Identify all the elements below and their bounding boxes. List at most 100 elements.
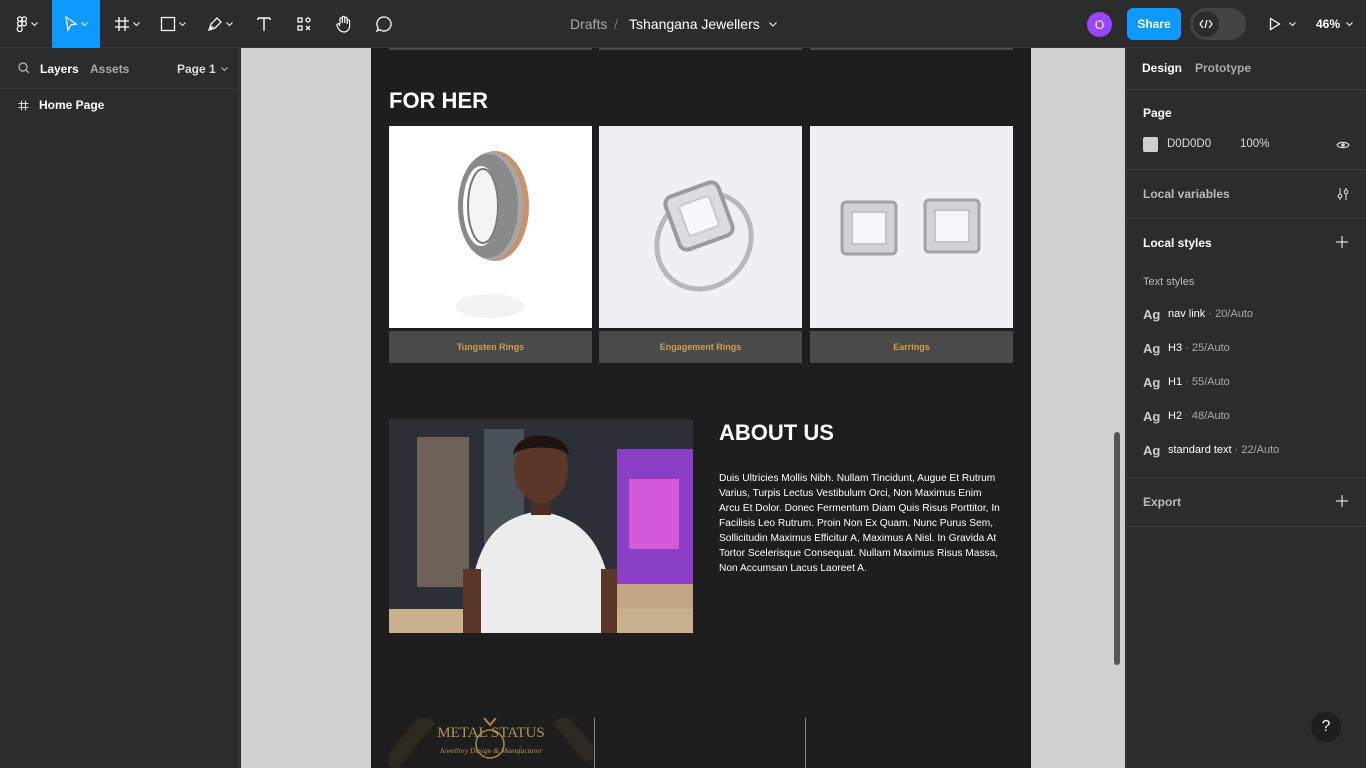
page-color-swatch[interactable] xyxy=(1143,137,1158,152)
help-button[interactable]: ? xyxy=(1311,712,1341,742)
move-tool-button[interactable] xyxy=(52,0,100,48)
tab-assets[interactable]: Assets xyxy=(90,62,129,76)
local-styles-heading: Local styles xyxy=(1143,236,1212,250)
figma-logo-icon xyxy=(16,16,28,32)
eye-icon[interactable] xyxy=(1336,140,1350,150)
resources-button[interactable] xyxy=(290,0,318,48)
layer-item-home-page[interactable]: Home Page xyxy=(0,94,240,116)
cursor-icon xyxy=(65,16,78,32)
text-styles-heading: Text styles xyxy=(1143,276,1195,288)
canvas-scrollbar[interactable] xyxy=(1114,432,1120,665)
search-icon[interactable] xyxy=(18,62,30,74)
footer-divider xyxy=(805,718,806,768)
chevron-down-icon xyxy=(179,21,186,26)
tungsten-ring-image[interactable] xyxy=(389,126,592,328)
chevron-down-icon xyxy=(31,21,38,26)
local-variables-heading[interactable]: Local variables xyxy=(1143,187,1230,201)
tab-prototype[interactable]: Prototype xyxy=(1195,61,1251,75)
home-page-frame[interactable]: FOR HER Tungsten Rings Engagement Rings xyxy=(371,48,1031,768)
comment-tool-button[interactable] xyxy=(370,0,398,48)
text-style-name: H2 xyxy=(1168,410,1183,422)
export-section: Export xyxy=(1127,478,1366,527)
share-button[interactable]: Share xyxy=(1127,8,1181,40)
code-icon xyxy=(1199,19,1213,29)
tab-layers[interactable]: Layers xyxy=(40,62,79,76)
footer-logo[interactable]: METAL STATUS Jewellery Design & Manufact… xyxy=(389,718,593,768)
text-style-icon: Ag xyxy=(1143,374,1161,390)
avatar[interactable]: O xyxy=(1087,12,1112,37)
footer-divider xyxy=(594,718,595,768)
page-opacity[interactable]: 100% xyxy=(1240,138,1269,150)
product-label[interactable]: Earrings xyxy=(810,331,1013,363)
product-label[interactable]: Engagement Rings xyxy=(599,331,802,363)
rectangle-icon xyxy=(160,16,176,32)
earrings-image[interactable] xyxy=(810,126,1013,328)
zoom-level: 46% xyxy=(1316,17,1341,31)
top-toolbar: Drafts / Tshangana Jewellers O Share 46% xyxy=(0,0,1366,48)
export-heading[interactable]: Export xyxy=(1143,495,1181,509)
comment-icon xyxy=(375,16,392,33)
chevron-down-icon xyxy=(226,21,233,26)
text-style-meta: · 48/Auto xyxy=(1182,410,1230,422)
local-variables-section: Local variables xyxy=(1127,170,1366,219)
text-style-meta: · 22/Auto xyxy=(1231,444,1280,456)
tab-design[interactable]: Design xyxy=(1142,61,1182,75)
page-selector-label: Page 1 xyxy=(177,62,216,76)
about-us-photo[interactable] xyxy=(389,419,693,633)
breadcrumb-folder[interactable]: Drafts xyxy=(570,0,607,48)
chevron-down-icon xyxy=(133,21,140,26)
logo-tagline: Jewellery Design & Manufacturer xyxy=(439,746,543,755)
previous-row-edge xyxy=(810,48,1013,50)
local-styles-section: Local styles Text styles Ag nav link · 2… xyxy=(1127,219,1366,478)
text-style-meta: · 25/Auto xyxy=(1182,342,1230,354)
engagement-ring-image[interactable] xyxy=(599,126,802,328)
text-style-h1[interactable]: Ag H1 · 55/Auto xyxy=(1143,372,1230,392)
product-label[interactable]: Tungsten Rings xyxy=(389,331,592,363)
left-panel: Layers Assets Page 1 Home Page xyxy=(0,48,240,768)
page-heading: Page xyxy=(1143,106,1172,120)
dev-mode-toggle[interactable] xyxy=(1190,8,1246,40)
ring-icon xyxy=(456,151,529,318)
figma-menu-button[interactable] xyxy=(8,0,46,48)
variables-icon[interactable] xyxy=(1336,187,1350,201)
text-style-icon: Ag xyxy=(1143,306,1161,322)
hand-tool-button[interactable] xyxy=(330,0,358,48)
frame-icon xyxy=(115,17,129,31)
present-button[interactable] xyxy=(1262,0,1302,48)
previous-row-edge xyxy=(599,48,802,50)
right-panel-tabs: Design Prototype xyxy=(1127,48,1366,90)
text-style-h3[interactable]: Ag H3 · 25/Auto xyxy=(1143,338,1230,358)
pen-icon xyxy=(207,17,222,32)
pen-tool-button[interactable] xyxy=(200,0,240,48)
earrings-icon xyxy=(840,198,981,256)
canvas[interactable]: FOR HER Tungsten Rings Engagement Rings xyxy=(241,48,1125,768)
plus-icon[interactable] xyxy=(1336,236,1348,248)
frame-icon xyxy=(18,100,29,110)
frame-tool-button[interactable] xyxy=(108,0,146,48)
page-selector[interactable]: Page 1 xyxy=(177,62,228,76)
text-style-icon: Ag xyxy=(1143,408,1161,424)
resources-icon xyxy=(297,17,311,31)
breadcrumb-separator: / xyxy=(614,16,618,32)
text-style-name: H3 xyxy=(1168,342,1183,354)
left-panel-tabs: Layers Assets Page 1 xyxy=(0,48,240,89)
text-style-meta: · 55/Auto xyxy=(1182,376,1230,388)
right-panel: Design Prototype Page D0D0D0 100% Local … xyxy=(1126,48,1366,768)
about-us-heading: ABOUT US xyxy=(719,420,834,445)
text-style-nav-link[interactable]: Ag nav link · 20/Auto xyxy=(1143,304,1253,324)
page-color-hex[interactable]: D0D0D0 xyxy=(1167,138,1211,150)
text-tool-button[interactable] xyxy=(250,0,278,48)
file-name[interactable]: Tshangana Jewellers xyxy=(629,0,777,48)
logo-wordmark: METAL STATUS xyxy=(437,725,545,741)
page-section: Page D0D0D0 100% xyxy=(1127,90,1366,170)
dev-mode-knob xyxy=(1193,11,1219,37)
plus-icon[interactable] xyxy=(1336,495,1348,507)
text-style-standard-text[interactable]: Ag standard text · 22/Auto xyxy=(1143,440,1279,460)
shop-owner-photo xyxy=(389,419,693,633)
diamond-ring-icon xyxy=(654,180,754,292)
chevron-down-icon xyxy=(1346,21,1353,26)
shape-tool-button[interactable] xyxy=(154,0,192,48)
text-style-h2[interactable]: Ag H2 · 48/Auto xyxy=(1143,406,1230,426)
previous-row-edge xyxy=(389,48,592,50)
zoom-menu[interactable]: 46% xyxy=(1316,0,1353,48)
